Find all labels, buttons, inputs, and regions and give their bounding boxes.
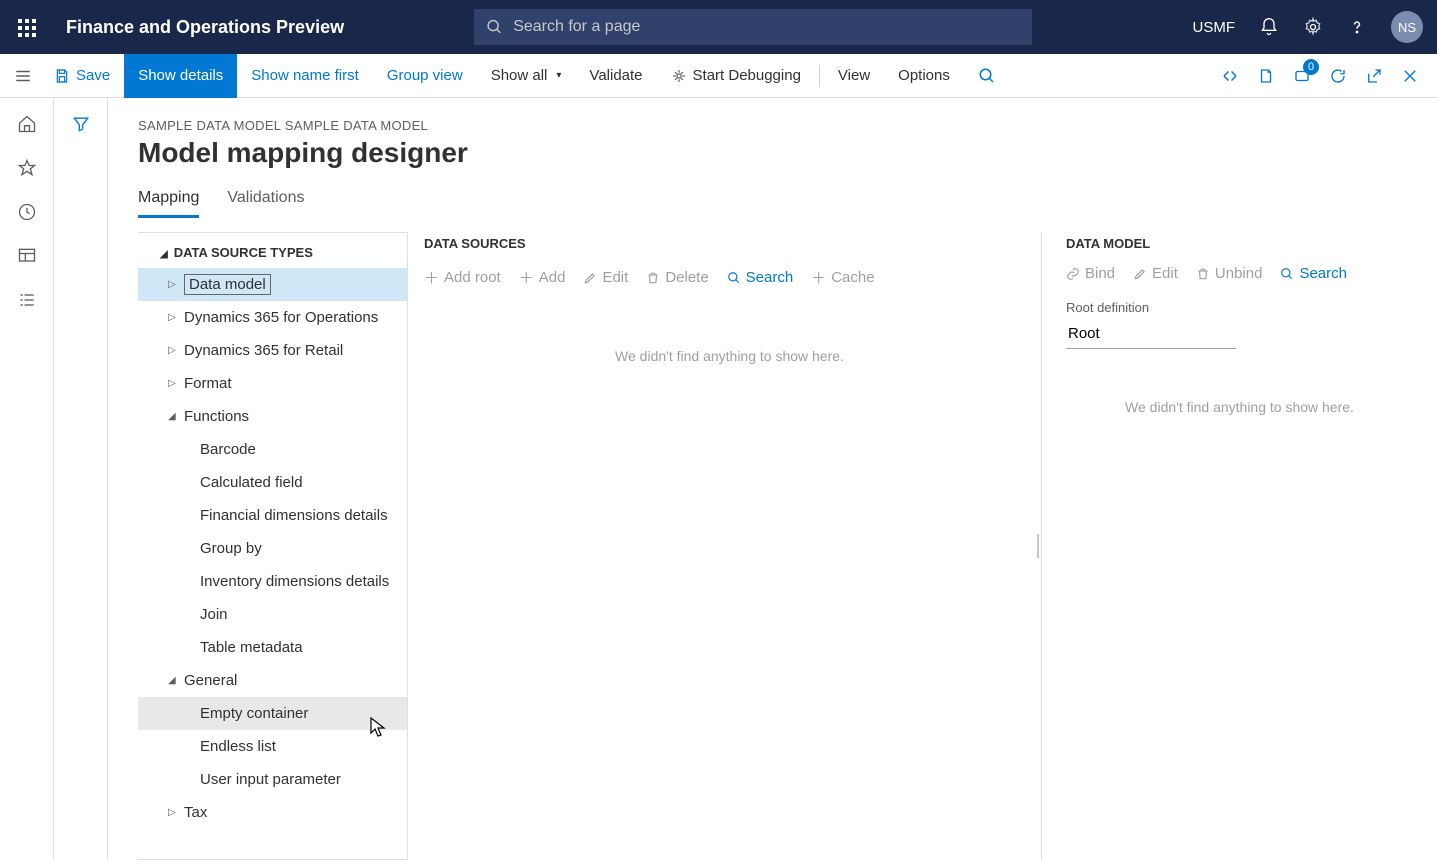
tree-item-tax[interactable]: ▷Tax: [138, 796, 407, 829]
tree-item-d365-retail[interactable]: ▷Dynamics 365 for Retail: [138, 334, 407, 367]
filter-icon[interactable]: [71, 114, 91, 860]
refresh-icon[interactable]: [1329, 67, 1347, 85]
tree-item-group-by[interactable]: Group by: [138, 532, 407, 565]
show-all-dropdown[interactable]: Show all ▾: [477, 54, 576, 98]
breadcrumb: SAMPLE DATA MODEL SAMPLE DATA MODEL: [138, 118, 1437, 133]
page-content: SAMPLE DATA MODEL SAMPLE DATA MODEL Mode…: [108, 98, 1437, 860]
home-icon[interactable]: [17, 114, 37, 134]
recent-icon[interactable]: [17, 202, 37, 222]
save-button[interactable]: Save: [40, 54, 124, 98]
start-debugging-button[interactable]: Start Debugging: [657, 54, 815, 98]
global-header: Finance and Operations Preview USMF NS: [0, 0, 1437, 54]
tree-item-table-metadata[interactable]: Table metadata: [138, 631, 407, 664]
show-details-button[interactable]: Show details: [124, 54, 237, 98]
modules-icon[interactable]: [17, 290, 37, 310]
message-count-badge: 0: [1303, 59, 1319, 75]
data-model-panel: DATA MODEL Bind Edit Unbind Search Root …: [1041, 232, 1437, 860]
page-title: Model mapping designer: [138, 137, 1437, 169]
global-search-input[interactable]: [513, 18, 1020, 36]
root-definition-input[interactable]: [1066, 319, 1236, 349]
tree-item-inventory-dimensions[interactable]: Inventory dimensions details: [138, 565, 407, 598]
action-bar: Save Show details Show name first Group …: [0, 54, 1437, 98]
search-button[interactable]: Search: [1280, 265, 1347, 282]
trash-icon: [1196, 267, 1210, 281]
root-definition-label: Root definition: [1066, 300, 1413, 315]
data-sources-empty-message: We didn't find anything to show here.: [424, 348, 1035, 364]
search-icon: [486, 18, 503, 36]
close-icon[interactable]: [1401, 67, 1419, 85]
search-icon: [1280, 267, 1294, 281]
app-title: Finance and Operations Preview: [66, 17, 344, 38]
edit-button[interactable]: Edit: [1133, 265, 1178, 282]
validate-button[interactable]: Validate: [575, 54, 656, 98]
plus-icon: ＋: [811, 267, 826, 288]
tree-item-d365-operations[interactable]: ▷Dynamics 365 for Operations: [138, 301, 407, 334]
tree-item-functions[interactable]: ◢Functions: [138, 400, 407, 433]
global-search[interactable]: [474, 9, 1032, 45]
settings-icon[interactable]: [1303, 17, 1323, 37]
edit-icon: [583, 271, 597, 285]
edit-button[interactable]: Edit: [583, 269, 628, 286]
popout-icon[interactable]: [1365, 67, 1383, 85]
menu-toggle-icon[interactable]: [14, 54, 40, 98]
data-model-toolbar: Bind Edit Unbind Search: [1066, 265, 1413, 282]
tree-item-endless-list[interactable]: Endless list: [138, 730, 407, 763]
tab-mapping[interactable]: Mapping: [138, 189, 199, 218]
data-model-title: DATA MODEL: [1066, 236, 1413, 251]
view-menu[interactable]: View: [824, 54, 884, 98]
show-name-first-button[interactable]: Show name first: [237, 54, 373, 98]
edit-icon: [1133, 267, 1147, 281]
tree-item-user-input-parameter[interactable]: User input parameter: [138, 763, 407, 796]
divider: [819, 65, 820, 87]
tab-validations[interactable]: Validations: [227, 189, 304, 218]
filter-column: [54, 98, 108, 860]
tree-item-calculated-field[interactable]: Calculated field: [138, 466, 407, 499]
save-label: Save: [76, 67, 110, 84]
plus-icon: ＋: [424, 267, 439, 288]
action-search-icon[interactable]: [964, 54, 1010, 98]
tree-item-barcode[interactable]: Barcode: [138, 433, 407, 466]
data-source-types-tree: ◢DATA SOURCE TYPES ▷Data model ▷Dynamics…: [138, 232, 408, 860]
trash-icon: [646, 271, 660, 285]
favorites-icon[interactable]: [17, 158, 37, 178]
add-root-button[interactable]: ＋Add root: [424, 267, 501, 288]
data-model-empty-message: We didn't find anything to show here.: [1066, 399, 1413, 415]
tree-item-empty-container[interactable]: Empty container: [138, 697, 407, 730]
left-nav-rail: [0, 98, 54, 860]
cache-button[interactable]: ＋Cache: [811, 267, 874, 288]
user-avatar[interactable]: NS: [1391, 11, 1423, 43]
chevron-down-icon: ▾: [556, 70, 561, 81]
attachments-icon[interactable]: [1257, 67, 1275, 85]
debug-icon: [671, 68, 687, 84]
app-launcher-icon[interactable]: [14, 15, 38, 39]
company-picker[interactable]: USMF: [1193, 19, 1236, 36]
tree-item-join[interactable]: Join: [138, 598, 407, 631]
plus-icon: ＋: [519, 267, 534, 288]
tree-header: ◢DATA SOURCE TYPES: [138, 233, 407, 268]
tree-item-financial-dimensions[interactable]: Financial dimensions details: [138, 499, 407, 532]
data-sources-toolbar: ＋Add root ＋Add Edit Delete Search ＋Cache: [424, 267, 1035, 288]
group-view-button[interactable]: Group view: [373, 54, 477, 98]
page-tabs: Mapping Validations: [138, 189, 1437, 218]
notifications-icon[interactable]: [1259, 17, 1279, 37]
related-icon[interactable]: [1221, 67, 1239, 85]
delete-button[interactable]: Delete: [646, 269, 708, 286]
message-bar-icon[interactable]: 0: [1293, 67, 1311, 85]
data-sources-panel: DATA SOURCES ＋Add root ＋Add Edit Delete …: [408, 232, 1035, 860]
data-sources-title: DATA SOURCES: [424, 236, 1035, 251]
search-button[interactable]: Search: [727, 269, 794, 286]
unbind-button[interactable]: Unbind: [1196, 265, 1263, 282]
options-menu[interactable]: Options: [884, 54, 964, 98]
workspaces-icon[interactable]: [17, 246, 37, 266]
add-button[interactable]: ＋Add: [519, 267, 566, 288]
tree-item-data-model[interactable]: ▷Data model: [138, 268, 407, 301]
save-icon: [54, 68, 70, 84]
search-icon: [727, 271, 741, 285]
bind-button[interactable]: Bind: [1066, 265, 1115, 282]
tree-item-format[interactable]: ▷Format: [138, 367, 407, 400]
link-icon: [1066, 267, 1080, 281]
help-icon[interactable]: [1347, 17, 1367, 37]
tree-item-general[interactable]: ◢General: [138, 664, 407, 697]
